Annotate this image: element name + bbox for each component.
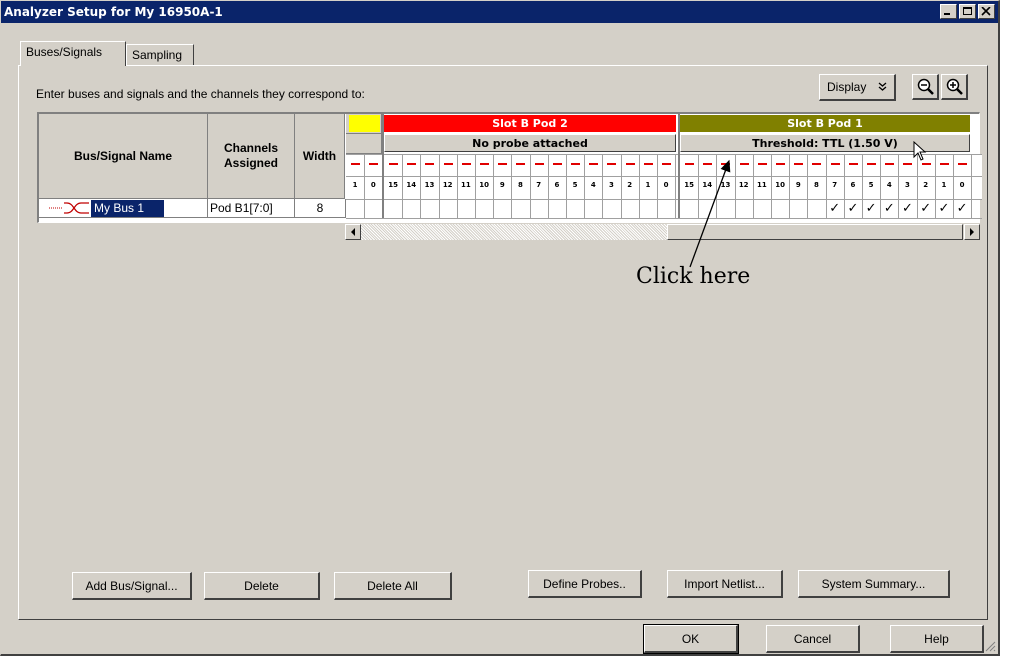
add-bus-signal-button[interactable]: Add Bus/Signal... — [72, 572, 192, 600]
delete-button[interactable]: Delete — [204, 572, 320, 600]
delete-all-button[interactable]: Delete All — [334, 572, 452, 600]
system-summary-button[interactable]: System Summary... — [798, 570, 950, 598]
resize-grip-icon[interactable] — [984, 640, 996, 652]
import-netlist-button[interactable]: Import Netlist... — [667, 570, 783, 598]
click-here-callout: Click here — [636, 264, 751, 289]
tab-buses-signals[interactable]: Buses/Signals — [20, 41, 126, 66]
mouse-cursor-icon — [913, 141, 927, 161]
help-button[interactable]: Help — [890, 625, 984, 653]
analyzer-setup-window: Analyzer Setup for My 16950A-1 Buses/Sig… — [0, 0, 1000, 656]
define-probes-button[interactable]: Define Probes.. — [528, 570, 642, 598]
cancel-button[interactable]: Cancel — [766, 625, 860, 653]
callout-arrow — [689, 159, 731, 268]
ok-button[interactable]: OK — [643, 624, 739, 654]
